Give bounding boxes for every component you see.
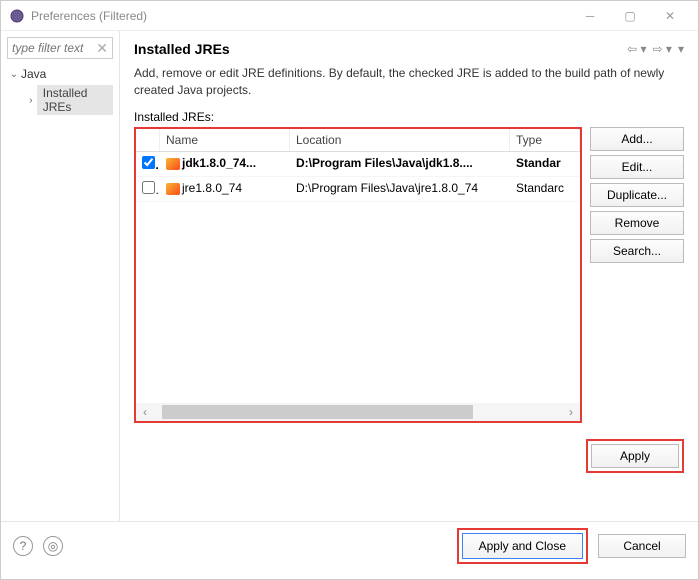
- edit-button[interactable]: Edit...: [590, 155, 684, 179]
- maximize-button[interactable]: ▢: [610, 2, 650, 30]
- menu-icon[interactable]: ▾: [678, 42, 684, 56]
- tree-label[interactable]: Installed JREs: [43, 86, 88, 114]
- clear-filter-icon[interactable]: ✕: [96, 40, 108, 57]
- column-header-name[interactable]: Name: [160, 129, 290, 151]
- jre-icon: [166, 183, 180, 195]
- tree-node-installed-jres[interactable]: › Installed JREs: [7, 83, 113, 117]
- filter-text-input[interactable]: [12, 41, 96, 55]
- scrollbar-thumb[interactable]: [162, 405, 473, 419]
- back-icon[interactable]: ⇦ ▾: [627, 42, 646, 56]
- app-icon: [9, 8, 25, 24]
- cancel-button[interactable]: Cancel: [598, 534, 686, 558]
- jre-icon: [166, 158, 180, 170]
- chevron-down-icon: ⌄: [7, 69, 21, 80]
- column-header-type[interactable]: Type: [510, 129, 580, 151]
- table-row[interactable]: jre1.8.0_74 D:\Program Files\Java\jre1.8…: [136, 177, 580, 202]
- help-icon[interactable]: ?: [13, 536, 33, 556]
- tree-node-java[interactable]: ⌄ Java: [7, 65, 113, 83]
- export-icon[interactable]: ◎: [43, 536, 63, 556]
- scroll-right-icon[interactable]: ›: [562, 405, 580, 419]
- jre-table: Name Location Type jdk1.8.0_74... D:\Pro…: [134, 127, 582, 423]
- duplicate-button[interactable]: Duplicate...: [590, 183, 684, 207]
- close-button[interactable]: ✕: [650, 2, 690, 30]
- scroll-left-icon[interactable]: ‹: [136, 405, 154, 419]
- table-label: Installed JREs:: [134, 110, 684, 124]
- jre-checkbox[interactable]: [142, 181, 155, 194]
- page-description: Add, remove or edit JRE definitions. By …: [134, 65, 684, 100]
- horizontal-scrollbar[interactable]: ‹ ›: [136, 403, 580, 421]
- chevron-right-icon: ›: [25, 95, 37, 106]
- window-title: Preferences (Filtered): [31, 9, 570, 23]
- tree-label: Java: [21, 67, 46, 81]
- column-header-location[interactable]: Location: [290, 129, 510, 151]
- remove-button[interactable]: Remove: [590, 211, 684, 235]
- jre-checkbox[interactable]: [142, 156, 155, 169]
- search-button[interactable]: Search...: [590, 239, 684, 263]
- apply-and-close-button[interactable]: Apply and Close: [462, 533, 583, 559]
- add-button[interactable]: Add...: [590, 127, 684, 151]
- filter-text-input-wrap[interactable]: ✕: [7, 37, 113, 59]
- table-row[interactable]: jdk1.8.0_74... D:\Program Files\Java\jdk…: [136, 152, 580, 177]
- minimize-button[interactable]: ─: [570, 2, 610, 30]
- forward-icon[interactable]: ⇨ ▾: [653, 42, 672, 56]
- page-title: Installed JREs: [134, 41, 627, 57]
- apply-button[interactable]: Apply: [591, 444, 679, 468]
